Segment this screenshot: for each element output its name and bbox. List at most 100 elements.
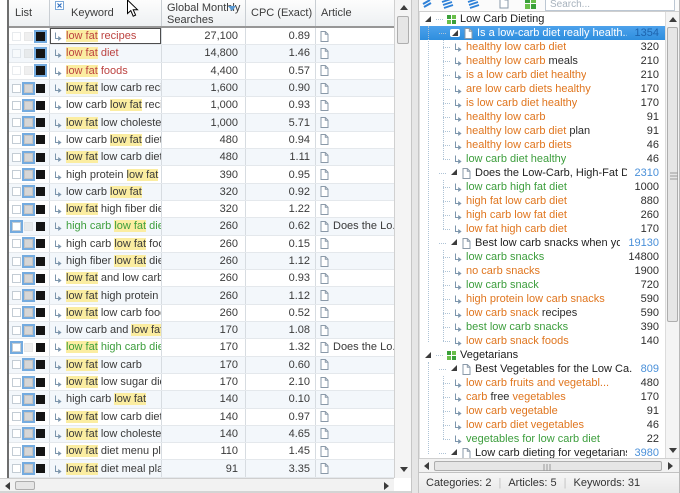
list-state-box[interactable] xyxy=(12,325,21,335)
article-cell[interactable] xyxy=(316,201,394,217)
cpc-cell[interactable]: 0.94 xyxy=(246,131,316,149)
article-cell[interactable] xyxy=(316,305,394,321)
list-state-box[interactable] xyxy=(36,273,45,283)
searches-cell[interactable]: 390 xyxy=(162,166,246,183)
searches-cell[interactable]: 170 xyxy=(162,322,246,339)
list-state-box[interactable] xyxy=(36,239,45,249)
cpc-cell[interactable]: 0.97 xyxy=(246,408,316,425)
searches-cell[interactable]: 260 xyxy=(162,235,246,252)
column-header-article[interactable]: Article xyxy=(316,0,394,26)
keyword-cell[interactable]: low fat low cholester... xyxy=(50,425,162,443)
scroll-up-button[interactable] xyxy=(395,2,412,13)
list-state-box[interactable] xyxy=(12,412,21,422)
cpc-cell[interactable]: 0.90 xyxy=(246,79,316,97)
keyword-cell[interactable]: low fat and low carb ... xyxy=(50,270,162,287)
list-state-box[interactable] xyxy=(12,256,21,266)
searches-cell[interactable]: 260 xyxy=(162,218,246,235)
cpc-cell[interactable]: 0.92 xyxy=(246,183,316,200)
tree-hscroll-thumb[interactable] xyxy=(434,461,662,471)
expander-icon[interactable] xyxy=(424,15,432,23)
list-state-box[interactable] xyxy=(24,31,33,41)
list-state-box[interactable] xyxy=(12,118,21,128)
list-state-box[interactable] xyxy=(36,221,45,231)
list-state-box[interactable] xyxy=(12,66,21,76)
keyword-row[interactable]: low carb high fat diet 1000 xyxy=(420,180,665,194)
keyword-cell[interactable]: low fat high protein ... xyxy=(50,287,162,304)
cpc-cell[interactable]: 0.52 xyxy=(246,304,316,322)
list-state-box[interactable] xyxy=(12,170,21,180)
column-header-searches[interactable]: Global Monthly Searches (Exact) xyxy=(162,0,246,26)
sort-indicator-icon[interactable] xyxy=(228,6,236,11)
list-state-box[interactable] xyxy=(12,48,21,58)
keyword-cell[interactable]: low fat high fiber diet xyxy=(50,200,162,218)
list-state-box[interactable] xyxy=(12,429,21,439)
keyword-row[interactable]: best low carb snacks 390 xyxy=(420,320,665,334)
tree-vertical-scrollbar[interactable] xyxy=(665,12,679,458)
searches-cell[interactable]: 480 xyxy=(162,131,246,149)
panel-splitter[interactable] xyxy=(411,0,419,493)
article-cell[interactable] xyxy=(316,253,394,269)
keyword-cell[interactable]: low fat low carb foods xyxy=(50,304,162,322)
list-state-box[interactable] xyxy=(24,239,33,249)
table-row[interactable]: low fat low cholester...1,0005.71 xyxy=(9,114,394,132)
list-state-box[interactable] xyxy=(24,256,33,266)
keyword-cell[interactable]: high carb low fat foods xyxy=(50,235,162,252)
searches-cell[interactable]: 480 xyxy=(162,149,246,166)
keyword-row[interactable]: low carb snacks 14800 xyxy=(420,250,665,264)
list-state-box[interactable] xyxy=(12,83,21,93)
list-state-box[interactable] xyxy=(36,464,45,474)
column-header-cpc[interactable]: CPC (Exact) xyxy=(246,0,316,26)
expander-icon[interactable] xyxy=(450,448,458,456)
keyword-row[interactable]: low carb snack 720 xyxy=(420,278,665,292)
list-state-box[interactable] xyxy=(24,360,33,370)
keyword-cell[interactable]: low fat low sugar diet xyxy=(50,373,162,391)
new-article-icon[interactable] xyxy=(496,0,512,10)
keyword-cell[interactable]: low fat low cholester... xyxy=(50,114,162,131)
article-row[interactable]: Low carb dieting for vegetarians 3980 xyxy=(420,446,665,458)
list-state-box[interactable] xyxy=(24,446,33,456)
keyword-cell[interactable]: low fat recipes xyxy=(50,28,162,45)
article-row[interactable]: Best Vegetables for the Low Ca... 809 xyxy=(420,362,665,376)
table-row[interactable]: low fat diet menu plan1101.45 xyxy=(9,443,394,461)
list-state-box[interactable] xyxy=(36,100,45,110)
cpc-cell[interactable]: 1.12 xyxy=(246,252,316,270)
clear-filter-icon[interactable] xyxy=(55,1,64,10)
cpc-cell[interactable]: 0.10 xyxy=(246,391,316,408)
cpc-cell[interactable]: 1.11 xyxy=(246,149,316,166)
expander-icon[interactable] xyxy=(451,29,459,37)
keyword-cell[interactable]: low fat high carb diet xyxy=(50,339,162,356)
keyword-cell[interactable]: low fat low carb diet ... xyxy=(50,408,162,425)
searches-cell[interactable]: 91 xyxy=(162,460,246,477)
scroll-down-button[interactable] xyxy=(395,464,412,475)
keyword-row[interactable]: low carb snack foods 140 xyxy=(420,334,665,348)
expander-icon[interactable] xyxy=(450,364,458,372)
article-cell[interactable] xyxy=(316,149,394,165)
keyword-row[interactable]: healthy low carb meals 210 xyxy=(420,54,665,68)
table-row[interactable]: low fat low carb diet ...1400.97 xyxy=(9,408,394,426)
list-state-box[interactable] xyxy=(24,273,33,283)
keyword-row[interactable]: low carb diet vegetables 46 xyxy=(420,418,665,432)
searches-cell[interactable]: 110 xyxy=(162,443,246,460)
list-state-box[interactable] xyxy=(12,204,21,214)
searches-cell[interactable]: 170 xyxy=(162,373,246,391)
table-vscroll-thumb[interactable] xyxy=(397,16,409,44)
table-row[interactable]: low fat diet 14,800 1.46 xyxy=(9,45,394,63)
list-state-box[interactable] xyxy=(12,221,21,231)
keyword-row[interactable]: low carb diet healthy 46 xyxy=(420,152,665,166)
list-state-box[interactable] xyxy=(24,135,33,145)
list-state-box[interactable] xyxy=(12,291,21,301)
expander-icon[interactable] xyxy=(424,351,432,359)
article-cell[interactable] xyxy=(316,80,394,96)
list-state-box[interactable] xyxy=(24,100,33,110)
list-state-box[interactable] xyxy=(36,308,45,318)
list-state-box[interactable] xyxy=(36,135,45,145)
list-state-box[interactable] xyxy=(24,83,33,93)
keyword-cell[interactable]: low fat diet meal plan xyxy=(50,460,162,477)
table-row[interactable]: high carb low fat 140 0.10 xyxy=(9,391,394,409)
list-state-box[interactable] xyxy=(12,187,21,197)
list-state-box[interactable] xyxy=(12,273,21,283)
keyword-cell[interactable]: low fat foods xyxy=(50,62,162,79)
cpc-cell[interactable]: 0.93 xyxy=(246,97,316,114)
table-row[interactable]: high protein low fat ...3900.95 xyxy=(9,166,394,184)
cpc-cell[interactable]: 1.12 xyxy=(246,287,316,304)
